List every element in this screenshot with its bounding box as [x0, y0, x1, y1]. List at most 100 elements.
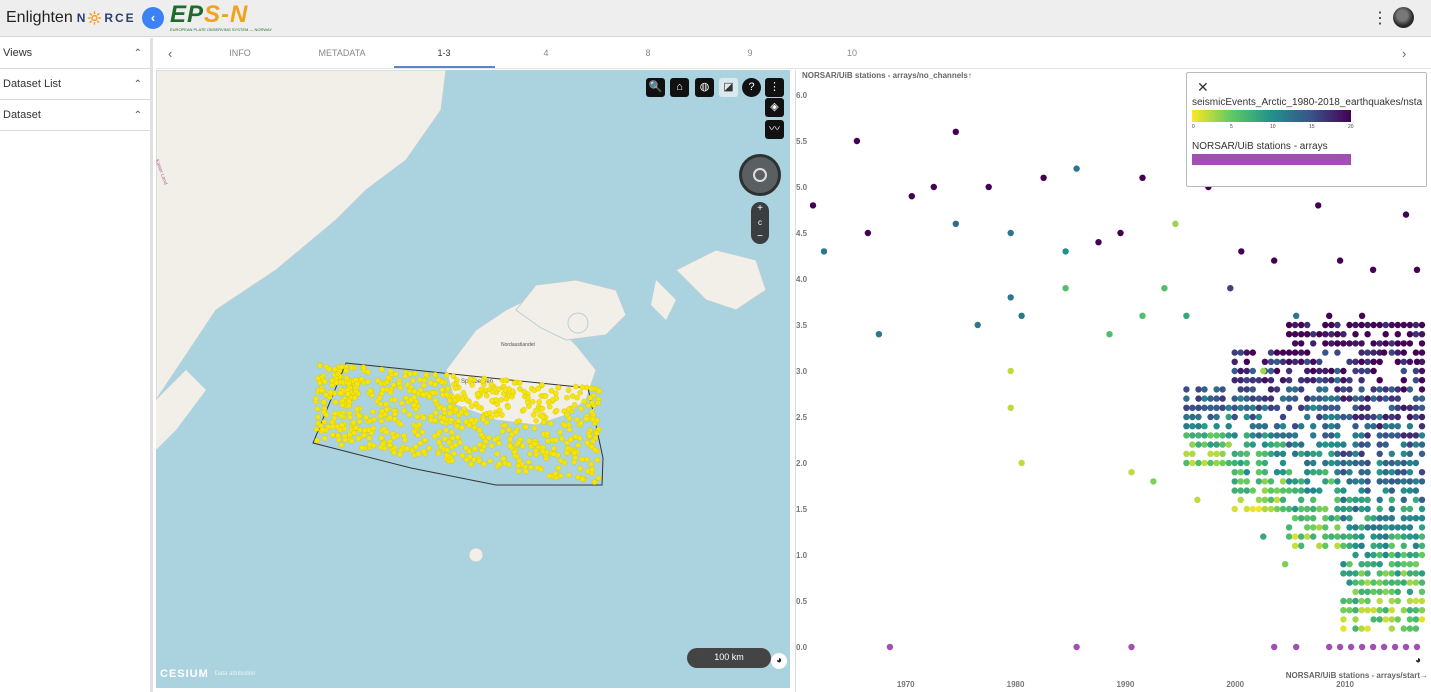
earthquake-point[interactable]: [1261, 358, 1269, 365]
earthquake-event-marker[interactable]: [590, 416, 596, 423]
earthquake-point[interactable]: [1255, 496, 1263, 503]
earthquake-event-marker[interactable]: [342, 437, 348, 443]
earthquake-point[interactable]: [1394, 469, 1401, 476]
earthquake-point[interactable]: [1291, 395, 1299, 402]
earthquake-point[interactable]: [1273, 505, 1281, 513]
earthquake-event-marker[interactable]: [338, 364, 345, 370]
earthquake-event-marker[interactable]: [329, 432, 336, 438]
earthquake-point[interactable]: [1352, 331, 1359, 338]
earthquake-event-marker[interactable]: [588, 461, 595, 467]
earthquake-event-marker[interactable]: [403, 394, 409, 401]
earthquake-point[interactable]: [1322, 469, 1329, 476]
earthquake-point[interactable]: [1255, 432, 1263, 439]
earthquake-point[interactable]: [1418, 505, 1426, 513]
earthquake-point[interactable]: [1346, 579, 1353, 586]
earthquake-point[interactable]: [1267, 377, 1275, 384]
earthquake-point[interactable]: [1364, 487, 1371, 494]
earthquake-point[interactable]: [1412, 496, 1420, 503]
earthquake-point[interactable]: [1322, 515, 1329, 522]
earthquake-point[interactable]: [1394, 413, 1401, 421]
earthquake-point[interactable]: [1418, 469, 1426, 476]
earthquake-point[interactable]: [1255, 469, 1263, 476]
earthquake-point[interactable]: [1062, 285, 1069, 292]
earthquake-event-marker[interactable]: [443, 427, 449, 433]
earthquake-point[interactable]: [1285, 533, 1293, 540]
earthquake-event-marker[interactable]: [593, 430, 600, 436]
earthquake-event-marker[interactable]: [338, 442, 345, 448]
earthquake-point[interactable]: [1316, 404, 1323, 411]
earthquake-point[interactable]: [1376, 588, 1383, 595]
earthquake-point[interactable]: [1237, 450, 1244, 457]
earthquake-point[interactable]: [1382, 386, 1389, 393]
earthquake-event-marker[interactable]: [346, 398, 352, 405]
earthquake-point[interactable]: [1273, 367, 1281, 375]
earthquake-point[interactable]: [1382, 524, 1389, 531]
earthquake-point[interactable]: [1189, 413, 1196, 421]
earthquake-point[interactable]: [1279, 441, 1287, 448]
earthquake-point[interactable]: [1261, 423, 1269, 430]
earthquake-point[interactable]: [1298, 496, 1305, 503]
earthquake-point[interactable]: [1219, 386, 1226, 393]
earthquake-point[interactable]: [1279, 413, 1287, 421]
earthquake-event-marker[interactable]: [378, 435, 385, 441]
earthquake-point[interactable]: [1328, 459, 1335, 467]
earthquake-point[interactable]: [1340, 450, 1347, 457]
earthquake-point[interactable]: [1370, 551, 1377, 559]
earthquake-event-marker[interactable]: [432, 397, 439, 404]
earthquake-point[interactable]: [1040, 174, 1047, 181]
earthquake-point[interactable]: [1382, 331, 1389, 338]
earthquake-event-marker[interactable]: [463, 445, 469, 451]
palette-icon[interactable]: ◕: [1410, 653, 1426, 669]
earthquake-point[interactable]: [1310, 533, 1317, 540]
earthquake-point[interactable]: [1106, 331, 1113, 338]
earthquake-event-marker[interactable]: [383, 406, 390, 413]
earthquake-point[interactable]: [1358, 607, 1365, 614]
earthquake-point[interactable]: [1388, 542, 1395, 549]
earthquake-point[interactable]: [1273, 432, 1281, 439]
earthquake-point[interactable]: [1304, 377, 1311, 384]
earthquake-event-marker[interactable]: [573, 383, 579, 390]
earthquake-point[interactable]: [1370, 607, 1377, 614]
earthquake-point[interactable]: [1298, 386, 1305, 393]
earthquake-event-marker[interactable]: [457, 439, 463, 446]
earthquake-point[interactable]: [1358, 469, 1365, 476]
earthquake-point[interactable]: [1225, 432, 1232, 439]
earthquake-event-marker[interactable]: [468, 417, 474, 423]
earthquake-point[interactable]: [952, 220, 959, 227]
earthquake-event-marker[interactable]: [334, 423, 340, 430]
earthquake-point[interactable]: [1249, 386, 1256, 393]
earthquake-event-marker[interactable]: [379, 408, 385, 414]
earthquake-point[interactable]: [1128, 469, 1135, 476]
earthquake-point[interactable]: [1255, 395, 1263, 402]
earthquake-event-marker[interactable]: [363, 414, 369, 421]
earthquake-point[interactable]: [1189, 432, 1196, 439]
earthquake-point[interactable]: [1237, 478, 1244, 485]
earthquake-event-marker[interactable]: [579, 476, 586, 482]
earthquake-event-marker[interactable]: [467, 376, 474, 382]
earthquake-point[interactable]: [1334, 432, 1341, 439]
earthquake-point[interactable]: [1394, 616, 1401, 623]
palette-icon[interactable]: ◕: [771, 653, 787, 669]
earthquake-point[interactable]: [1249, 441, 1256, 448]
earthquake-point[interactable]: [1400, 625, 1407, 632]
earthquake-point[interactable]: [1316, 524, 1323, 531]
earthquake-point[interactable]: [1358, 432, 1365, 439]
earthquake-point[interactable]: [1194, 496, 1201, 503]
earthquake-event-marker[interactable]: [459, 424, 465, 431]
earthquake-point[interactable]: [1322, 423, 1329, 430]
earthquake-point[interactable]: [1346, 533, 1353, 540]
earthquake-event-marker[interactable]: [476, 427, 483, 433]
earthquake-point[interactable]: [1352, 607, 1359, 614]
earthquake-point[interactable]: [1195, 432, 1202, 439]
station-point[interactable]: [1073, 643, 1080, 651]
earthquake-point[interactable]: [1316, 331, 1323, 338]
earthquake-point[interactable]: [1267, 450, 1275, 457]
earthquake-event-marker[interactable]: [496, 386, 502, 392]
earthquake-event-marker[interactable]: [459, 396, 465, 402]
earthquake-point[interactable]: [1406, 570, 1414, 577]
earthquake-point[interactable]: [1285, 358, 1293, 365]
earthquake-point[interactable]: [1346, 340, 1353, 347]
earthquake-event-marker[interactable]: [359, 445, 365, 451]
earthquake-point[interactable]: [1322, 367, 1329, 375]
earthquake-point[interactable]: [1418, 570, 1426, 577]
